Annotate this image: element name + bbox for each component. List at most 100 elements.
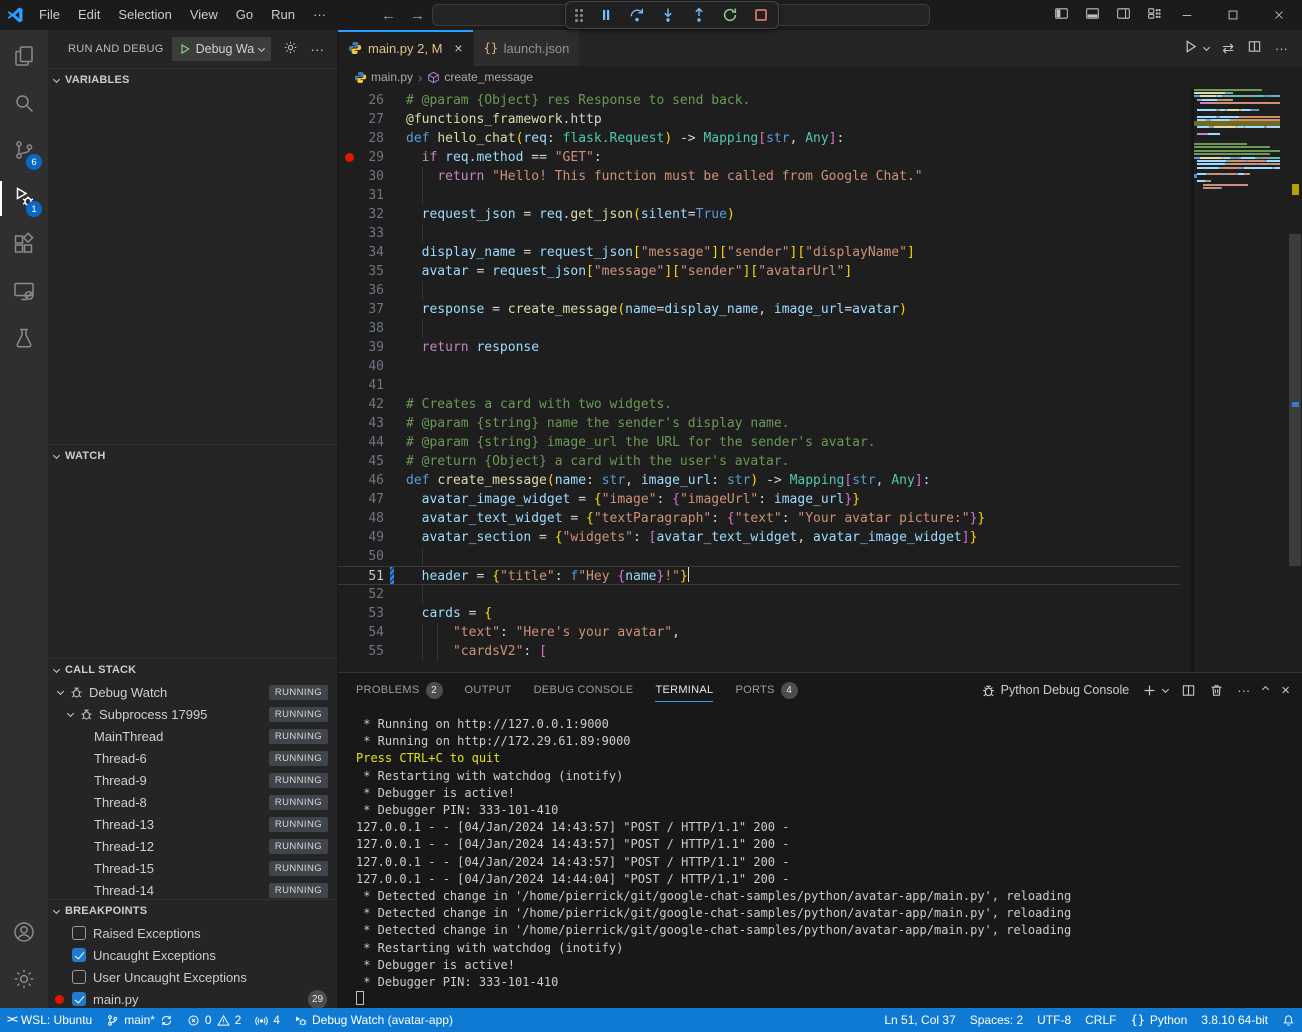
terminal-instance-select[interactable]: Python Debug Console <box>981 683 1130 698</box>
code-line-27[interactable]: 27 @functions_framework.http <box>338 110 1180 129</box>
call-stack-item[interactable]: Debug Watch RUNNING <box>48 681 337 703</box>
run-python-file-icon[interactable] <box>1183 39 1198 57</box>
line-number[interactable]: 28 <box>338 129 384 148</box>
line-number[interactable]: 51 <box>338 567 384 584</box>
line-number[interactable]: 47 <box>338 490 384 509</box>
run-or-debug-icon[interactable]: ⇄ <box>1222 40 1234 57</box>
minimize-icon[interactable] <box>1164 0 1210 30</box>
status-cursor-position[interactable]: Ln 51, Col 37 <box>877 1008 962 1032</box>
breakpoint-checkbox[interactable] <box>72 970 86 984</box>
code-line-30[interactable]: 30 return "Hello! This function must be … <box>338 167 1180 186</box>
status-encoding[interactable]: UTF-8 <box>1030 1008 1078 1032</box>
activity-extensions[interactable] <box>0 222 48 269</box>
breadcrumb-item[interactable]: create_message <box>427 70 533 84</box>
line-number[interactable]: 44 <box>338 433 384 452</box>
nav-back-icon[interactable]: ← <box>381 7 396 24</box>
panel-tab-terminal[interactable]: TERMINAL <box>655 673 713 707</box>
code-editor[interactable]: 26 # @param {Object} res Response to sen… <box>338 88 1302 672</box>
call-stack-item[interactable]: Thread-14 RUNNING <box>48 879 337 899</box>
code-line-44[interactable]: 44 # @param {string} image_url the URL f… <box>338 433 1180 452</box>
call-stack-item[interactable]: Thread-12 RUNNING <box>48 835 337 857</box>
layout-custom-icon[interactable] <box>1147 6 1162 24</box>
line-number[interactable]: 34 <box>338 243 384 262</box>
status-remote-indicator[interactable]: ><WSL: Ubuntu <box>0 1008 99 1032</box>
watch-section-header[interactable]: WATCH <box>48 445 337 467</box>
call-stack-item[interactable]: Thread-13 RUNNING <box>48 813 337 835</box>
code-line-31[interactable]: 31 <box>338 186 1180 205</box>
terminal-output[interactable]: * Running on http://127.0.0.1:9000 * Run… <box>338 707 1302 1008</box>
line-number[interactable]: 55 <box>338 642 384 661</box>
status-forwarded-ports[interactable]: 4 <box>248 1008 287 1032</box>
code-line-50[interactable]: 50 <box>338 547 1180 566</box>
code-line-43[interactable]: 43 # @param {string} name the sender's d… <box>338 414 1180 433</box>
code-line-38[interactable]: 38 <box>338 319 1180 338</box>
code-line-36[interactable]: 36 <box>338 281 1180 300</box>
close-tab-icon[interactable]: × <box>454 40 462 56</box>
menu-run[interactable]: Run <box>262 7 304 22</box>
breakpoint-checkbox[interactable] <box>72 926 86 940</box>
code-line-29[interactable]: 29 if req.method == "GET": <box>338 148 1180 167</box>
menu-view[interactable]: View <box>181 7 227 22</box>
menu-go[interactable]: Go <box>227 7 262 22</box>
close-panel-icon[interactable]: × <box>1281 682 1290 699</box>
breakpoint-checkbox[interactable] <box>72 992 86 1006</box>
activity-search[interactable] <box>0 81 48 128</box>
line-number[interactable]: 26 <box>338 91 384 110</box>
code-line-53[interactable]: 53 cards = { <box>338 604 1180 623</box>
menu-file[interactable]: File <box>30 7 69 22</box>
line-number[interactable]: 38 <box>338 319 384 338</box>
command-center[interactable]: ntu] <box>432 4 930 26</box>
split-terminal-icon[interactable] <box>1181 683 1196 698</box>
code-line-49[interactable]: 49 avatar_section = {"widgets": [avatar_… <box>338 528 1180 547</box>
activity-settings[interactable] <box>0 957 48 1004</box>
call-stack-section-header[interactable]: CALL STACK <box>48 659 337 681</box>
layout-panel-icon[interactable] <box>1085 6 1100 24</box>
call-stack-item[interactable]: Subprocess 17995 RUNNING <box>48 703 337 725</box>
split-editor-icon[interactable] <box>1247 39 1262 57</box>
more-actions-icon[interactable]: ··· <box>1275 41 1288 56</box>
activity-accounts[interactable] <box>0 910 48 957</box>
minimap[interactable] <box>1194 88 1280 672</box>
debug-settings-gear-icon[interactable] <box>283 40 298 58</box>
call-stack-item[interactable]: Thread-8 RUNNING <box>48 791 337 813</box>
panel-tab-output[interactable]: OUTPUT <box>465 673 512 707</box>
activity-testing[interactable] <box>0 316 48 363</box>
line-number[interactable]: 39 <box>338 338 384 357</box>
debug-config-select[interactable]: Debug Wa <box>172 37 272 61</box>
status-debug-session[interactable]: Debug Watch (avatar-app) <box>287 1008 460 1032</box>
code-line-40[interactable]: 40 <box>338 357 1180 376</box>
code-line-48[interactable]: 48 avatar_text_widget = {"textParagraph"… <box>338 509 1180 528</box>
new-terminal-icon[interactable] <box>1142 683 1157 698</box>
terminal-dropdown-icon[interactable] <box>1162 685 1169 692</box>
layout-sidebar-right-icon[interactable] <box>1116 6 1131 24</box>
line-number[interactable]: 27 <box>338 110 384 129</box>
line-number[interactable]: 33 <box>338 224 384 243</box>
activity-source-control[interactable]: 6 <box>0 128 48 175</box>
code-line-51[interactable]: 51 header = {"title": f"Hey {name}!"} <box>338 566 1180 585</box>
breakpoint-item[interactable]: main.py 29 <box>48 988 337 1008</box>
line-number[interactable]: 37 <box>338 300 384 319</box>
code-line-26[interactable]: 26 # @param {Object} res Response to sen… <box>338 91 1180 110</box>
line-number[interactable]: 54 <box>338 623 384 642</box>
line-number[interactable]: 49 <box>338 528 384 547</box>
code-line-42[interactable]: 42 # Creates a card with two widgets. <box>338 395 1180 414</box>
tab-launch-json[interactable]: {} launch.json <box>474 30 581 66</box>
maximize-panel-icon[interactable] <box>1262 685 1269 692</box>
line-number[interactable]: 43 <box>338 414 384 433</box>
more-actions-icon[interactable]: ··· <box>1237 683 1250 698</box>
code-line-34[interactable]: 34 display_name = request_json["message"… <box>338 243 1180 262</box>
code-line-47[interactable]: 47 avatar_image_widget = {"image": {"ima… <box>338 490 1180 509</box>
breakpoint-glyph-icon[interactable] <box>345 153 354 162</box>
breakpoint-item[interactable]: User Uncaught Exceptions <box>48 966 337 988</box>
code-line-35[interactable]: 35 avatar = request_json["message"]["sen… <box>338 262 1180 281</box>
line-number[interactable]: 53 <box>338 604 384 623</box>
code-line-32[interactable]: 32 request_json = req.get_json(silent=Tr… <box>338 205 1180 224</box>
breakpoint-checkbox[interactable] <box>72 948 86 962</box>
nav-forward-icon[interactable]: → <box>410 7 425 24</box>
call-stack-item[interactable]: Thread-15 RUNNING <box>48 857 337 879</box>
tab-main-py[interactable]: main.py 2, M × <box>338 30 474 66</box>
line-number[interactable]: 32 <box>338 205 384 224</box>
editor-scrollbar[interactable] <box>1288 88 1302 672</box>
kill-terminal-icon[interactable] <box>1209 683 1224 698</box>
variables-section-header[interactable]: VARIABLES <box>48 69 337 91</box>
